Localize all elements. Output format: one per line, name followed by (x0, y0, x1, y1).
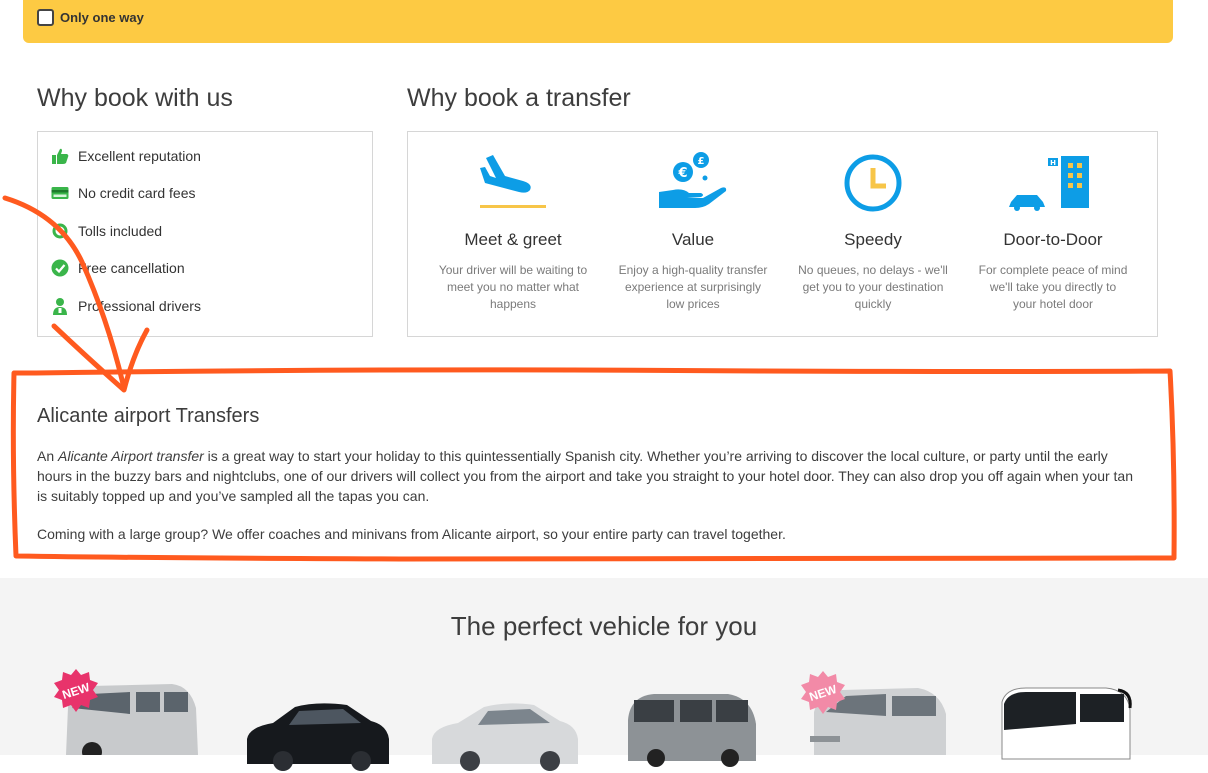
new-badge: NEW (54, 669, 98, 712)
vehicle-coach-bus[interactable] (996, 680, 1136, 763)
vehicle-black-sedan[interactable] (243, 690, 391, 773)
new-badge: NEW (801, 671, 845, 714)
annotation-highlight-box (10, 367, 1177, 562)
vehicle-silver-sedan[interactable] (428, 690, 580, 773)
annotation-arrow (2, 195, 127, 391)
annotation-arrowhead (51, 323, 150, 393)
vehicles-title: The perfect vehicle for you (450, 611, 758, 641)
annotation-overlay (2, 195, 1177, 562)
